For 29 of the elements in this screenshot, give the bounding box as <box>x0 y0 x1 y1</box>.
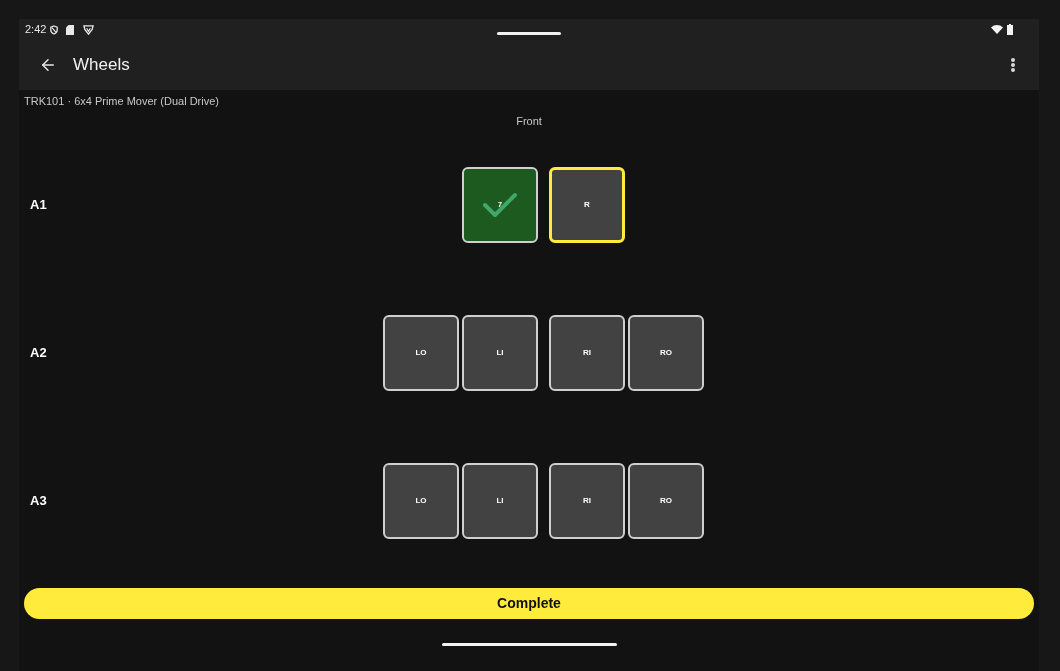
wheel-tile[interactable]: RO <box>628 463 704 539</box>
wheel-tile[interactable]: RI <box>549 463 625 539</box>
vehicle-description: TRK101 · 6x4 Prime Mover (Dual Drive) <box>24 95 219 107</box>
wheel-tile[interactable]: 7 <box>462 167 538 243</box>
more-menu-button[interactable] <box>1008 56 1018 74</box>
battery-icon <box>1007 24 1013 35</box>
axle-label: A1 <box>30 196 48 215</box>
wheel-tile[interactable]: LI <box>462 315 538 391</box>
shield-icon <box>50 24 59 35</box>
complete-button[interactable]: Complete <box>24 588 1034 619</box>
check-icon <box>483 192 517 218</box>
wifi-icon <box>991 25 1003 34</box>
wheel-tile[interactable]: RO <box>628 315 704 391</box>
wheel-tile[interactable]: R <box>549 167 625 243</box>
wheel-tile[interactable]: LO <box>383 315 459 391</box>
direction-label: Front <box>516 114 542 128</box>
wheel-tile[interactable]: LO <box>383 463 459 539</box>
wheel-tile[interactable]: RI <box>549 315 625 391</box>
wheel-tile[interactable]: LI <box>462 463 538 539</box>
back-button[interactable] <box>39 56 57 74</box>
more-icon <box>1011 58 1015 72</box>
sd-card-icon <box>66 24 75 35</box>
axle-label: A3 <box>30 492 48 511</box>
gesture-handle-icon <box>441 643 617 646</box>
shield-v-icon <box>83 24 95 35</box>
status-time: 2:42 <box>25 24 47 35</box>
axle-label: A2 <box>30 344 48 363</box>
page-title: Wheels <box>73 54 130 77</box>
gesture-handle-icon <box>497 32 561 35</box>
